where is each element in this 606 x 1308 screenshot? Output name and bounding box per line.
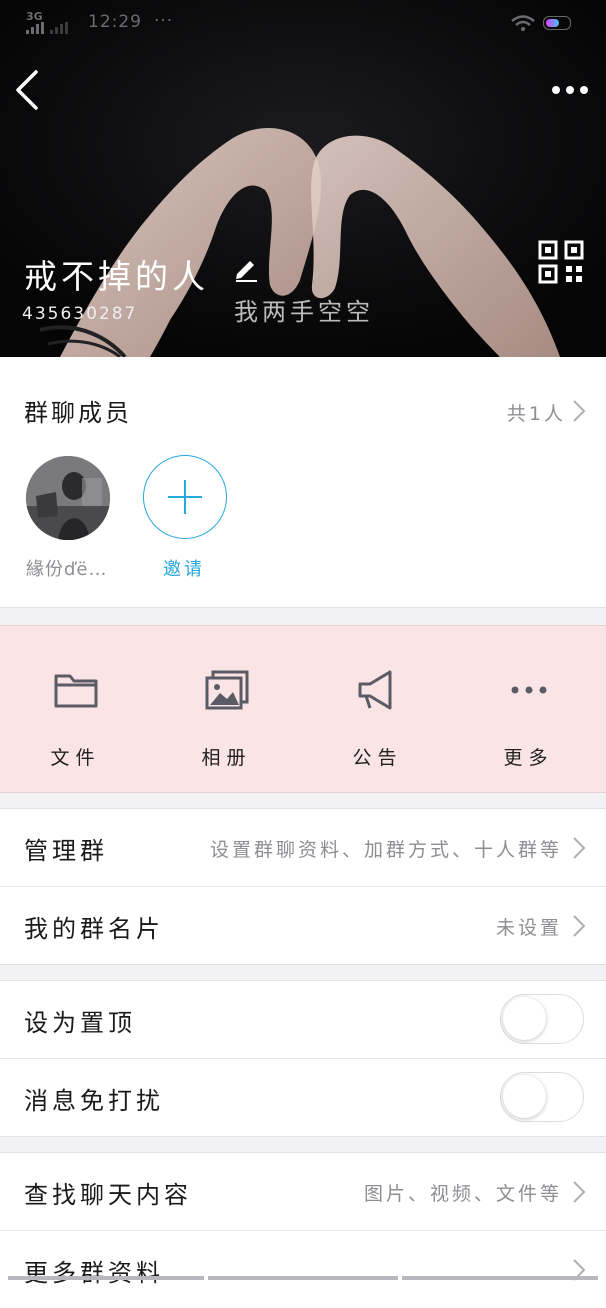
status-time: 12:29: [88, 12, 142, 32]
my-group-card-title: 我的群名片: [24, 915, 164, 943]
members-title[interactable]: 群聊成员: [24, 393, 132, 428]
qr-code-icon[interactable]: [538, 240, 586, 284]
find-chat-title: 查找聊天内容: [24, 1181, 192, 1209]
mute-toggle[interactable]: [500, 1072, 584, 1122]
my-group-card-row[interactable]: 我的群名片 未设置: [0, 887, 606, 964]
manage-group-title: 管理群: [24, 837, 108, 865]
battery-icon: [543, 16, 571, 30]
nav-hint-bar: [402, 1276, 598, 1280]
status-dots: ···: [154, 11, 174, 31]
more-label: 更多: [503, 747, 554, 769]
members-count[interactable]: 共1人: [507, 399, 566, 426]
signal-icon: [26, 22, 68, 34]
avatar-image: [26, 456, 110, 540]
group-cover: 3G 12:29 ··· 戒不掉的人 435630287 我两手空空: [0, 0, 606, 357]
member-name: 緣份ďë…: [26, 559, 108, 580]
chevron-right-icon: [573, 915, 586, 937]
manage-card: 管理群 设置群聊资料、加群方式、十人群等 我的群名片 未设置: [0, 808, 606, 965]
album-icon: [205, 670, 248, 710]
more-options-button[interactable]: [548, 78, 592, 102]
invite-label[interactable]: 邀请: [163, 555, 205, 581]
megaphone-icon: [358, 670, 391, 710]
announcement-button[interactable]: 公告: [302, 626, 453, 792]
search-card: 查找聊天内容 图片、视频、文件等 更多群资料: [0, 1152, 606, 1308]
member-avatar[interactable]: [26, 456, 110, 540]
chevron-right-icon: [573, 400, 586, 422]
files-label: 文件: [50, 747, 101, 769]
back-button[interactable]: [10, 68, 44, 112]
album-label: 相册: [201, 747, 252, 769]
pin-toggle[interactable]: [500, 994, 584, 1044]
manage-group-row[interactable]: 管理群 设置群聊资料、加群方式、十人群等: [0, 809, 606, 887]
pin-row: 设为置顶: [0, 981, 606, 1059]
nav-hint-bar: [8, 1276, 204, 1280]
nav-hint-bar: [208, 1276, 398, 1280]
settings-card: 设为置顶 消息免打扰: [0, 980, 606, 1137]
folder-icon: [54, 674, 97, 708]
more-group-info-row[interactable]: 更多群资料: [0, 1231, 606, 1308]
more-functions-button[interactable]: 更多: [453, 626, 604, 792]
function-grid: 文件 相册 公告 更多: [0, 625, 606, 793]
my-group-card-value: 未设置: [495, 917, 562, 939]
pin-title: 设为置顶: [24, 1009, 136, 1037]
edit-icon[interactable]: [232, 254, 260, 282]
find-chat-row[interactable]: 查找聊天内容 图片、视频、文件等: [0, 1153, 606, 1231]
more-dots-icon: [511, 686, 546, 694]
invite-button[interactable]: [143, 455, 227, 539]
mute-row: 消息免打扰: [0, 1059, 606, 1136]
announcement-label: 公告: [352, 747, 403, 769]
album-button[interactable]: 相册: [151, 626, 302, 792]
wifi-icon: [511, 15, 535, 31]
more-group-info-title: 更多群资料: [24, 1259, 164, 1287]
chevron-right-icon: [573, 1181, 586, 1203]
members-section: 群聊成员 共1人 緣份ďë… 邀请: [0, 357, 606, 608]
group-name[interactable]: 戒不掉的人: [24, 250, 209, 298]
group-id: 435630287: [22, 304, 138, 324]
chevron-right-icon: [573, 837, 586, 859]
status-bar: 3G 12:29 ···: [0, 0, 606, 46]
mute-title: 消息免打扰: [24, 1087, 164, 1115]
manage-group-value: 设置群聊资料、加群方式、十人群等: [209, 839, 562, 861]
find-chat-value: 图片、视频、文件等: [363, 1183, 562, 1205]
photo-caption: 我两手空空: [234, 298, 374, 326]
files-button[interactable]: 文件: [0, 626, 151, 792]
